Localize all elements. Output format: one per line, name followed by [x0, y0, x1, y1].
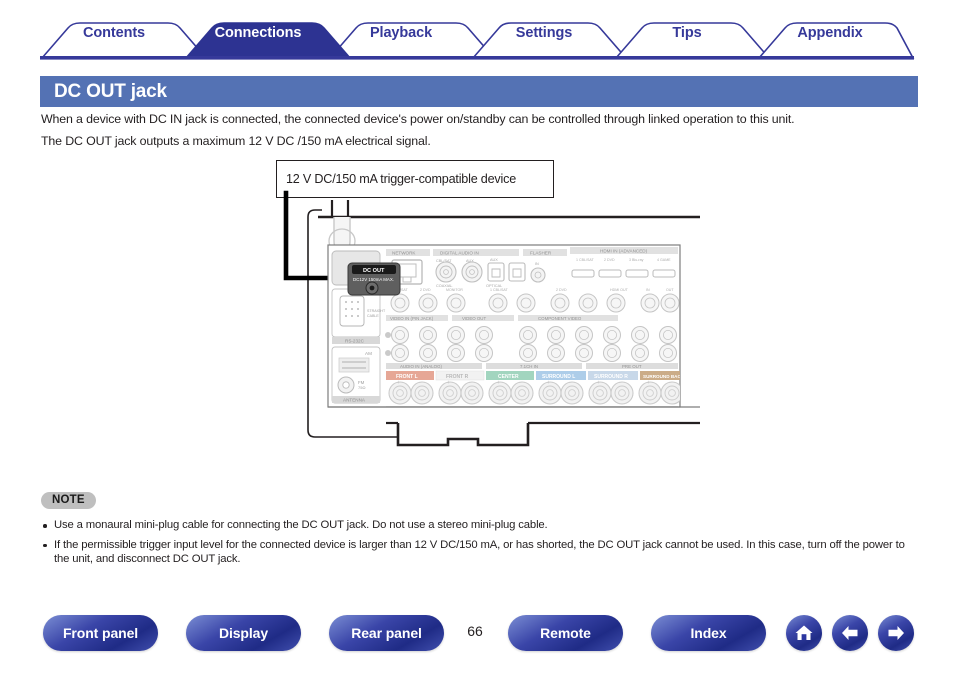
svg-text:1 CBL/SAT: 1 CBL/SAT	[576, 258, 595, 262]
note-list: Use a monaural mini-plug cable for conne…	[41, 518, 921, 567]
svg-text:CBL/SAT: CBL/SAT	[436, 259, 452, 263]
home-button[interactable]	[786, 615, 822, 651]
svg-text:75Ω: 75Ω	[358, 385, 365, 390]
svg-text:HDMI IN (ADVANCED): HDMI IN (ADVANCED)	[600, 249, 648, 254]
arrow-right-icon	[888, 626, 904, 640]
connection-diagram: 12 V DC/150 mA trigger-compatible device	[270, 155, 700, 460]
svg-text:4 GAME: 4 GAME	[657, 258, 671, 262]
svg-text:HDMI OUT: HDMI OUT	[610, 288, 629, 292]
svg-text:VIDEO OUT: VIDEO OUT	[462, 316, 486, 321]
tab-appendix[interactable]: Appendix	[797, 25, 862, 41]
svg-text:−: −	[419, 380, 422, 386]
svg-text:NETWORK: NETWORK	[392, 251, 416, 256]
rear-panel-button[interactable]: Rear panel	[329, 615, 444, 651]
page-title: DC OUT jack	[40, 76, 918, 107]
svg-text:RS-232C: RS-232C	[345, 338, 365, 343]
rear-panel-illustration: STRAIGHT CABLE RS-232C AM FM 75Ω ANTENNA…	[283, 190, 700, 447]
svg-text:−: −	[669, 380, 672, 386]
svg-text:−: −	[469, 380, 472, 386]
svg-text:COMPONENT VIDEO: COMPONENT VIDEO	[538, 316, 582, 321]
svg-text:STRAIGHT: STRAIGHT	[367, 309, 386, 313]
tab-connections[interactable]: Connections	[215, 25, 302, 41]
display-button[interactable]: Display	[186, 615, 301, 651]
back-button[interactable]	[832, 615, 868, 651]
note-item: Use a monaural mini-plug cable for conne…	[41, 518, 921, 533]
front-panel-button[interactable]: Front panel	[43, 615, 158, 651]
tab-tips[interactable]: Tips	[672, 25, 701, 41]
svg-text:2 DVD: 2 DVD	[420, 288, 431, 292]
svg-text:AUDIO IN (ANALOG): AUDIO IN (ANALOG)	[400, 364, 442, 369]
svg-text:IMP. (OHMS): IMP. (OHMS)	[640, 407, 664, 412]
svg-text:AM: AM	[365, 351, 372, 356]
svg-text:2 DVD: 2 DVD	[556, 288, 567, 292]
svg-text:DC12V 150mA MAX.: DC12V 150mA MAX.	[353, 277, 394, 282]
intro-text: When a device with DC IN jack is connect…	[41, 112, 921, 156]
svg-text:+: +	[497, 380, 500, 386]
tab-contents[interactable]: Contents	[83, 25, 145, 41]
svg-text:OUT: OUT	[666, 288, 674, 292]
footer-nav: Front panel Display Rear panel 66 Remote…	[0, 615, 954, 665]
intro-line-1: When a device with DC IN jack is connect…	[41, 112, 795, 126]
svg-text:DIGITAL AUDIO IN: DIGITAL AUDIO IN	[440, 251, 479, 256]
svg-text:SURROUND BACK: SURROUND BACK	[643, 374, 685, 379]
svg-text:SURROUND R: SURROUND R	[594, 374, 628, 380]
svg-text:FRONT L: FRONT L	[396, 374, 418, 380]
svg-text:IN: IN	[535, 262, 539, 266]
note-badge: NOTE	[41, 491, 96, 509]
svg-text:AUX: AUX	[466, 259, 474, 263]
svg-text:ANTENNA: ANTENNA	[343, 397, 366, 402]
svg-text:SURROUND L: SURROUND L	[542, 374, 575, 380]
tab-bar: Contents Connections Playback Settings T…	[0, 0, 954, 62]
arrow-left-icon	[842, 626, 858, 640]
svg-text:IN: IN	[646, 288, 650, 292]
tab-settings[interactable]: Settings	[516, 25, 573, 41]
svg-text:+: +	[547, 380, 550, 386]
svg-text:−: −	[619, 380, 622, 386]
svg-text:AUX: AUX	[490, 258, 498, 262]
svg-text:DC OUT: DC OUT	[363, 268, 385, 274]
svg-text:SPEAKERS: SPEAKERS	[516, 407, 541, 412]
home-icon	[795, 625, 813, 640]
dc-out-callout: DC OUT DC12V 150mA MAX.	[347, 262, 401, 296]
svg-text:PRE OUT: PRE OUT	[622, 364, 642, 369]
svg-text:−: −	[519, 380, 522, 386]
svg-text:FLASHER: FLASHER	[530, 251, 552, 256]
svg-text:1 CBL/SAT: 1 CBL/SAT	[490, 288, 509, 292]
svg-text:VIDEO IN (PIN JACK): VIDEO IN (PIN JACK)	[390, 316, 434, 321]
svg-text:+: +	[597, 380, 600, 386]
svg-text:+: +	[647, 380, 650, 386]
svg-text:+: +	[397, 380, 400, 386]
svg-text:CENTER: CENTER	[498, 374, 519, 380]
svg-text:−: −	[569, 380, 572, 386]
svg-text:FRONT R: FRONT R	[446, 374, 469, 380]
svg-text:7.1CH IN: 7.1CH IN	[520, 364, 538, 369]
note-item: If the permissible trigger input level f…	[41, 538, 921, 567]
tab-playback[interactable]: Playback	[370, 25, 432, 41]
svg-text:3 Blu-ray: 3 Blu-ray	[629, 258, 644, 262]
forward-button[interactable]	[878, 615, 914, 651]
svg-text:2 DVD: 2 DVD	[604, 258, 615, 262]
index-button[interactable]: Index	[651, 615, 766, 651]
intro-line-2: The DC OUT jack outputs a maximum 12 V D…	[41, 134, 431, 148]
svg-text:+: +	[447, 380, 450, 386]
svg-text:MONITOR: MONITOR	[446, 288, 463, 292]
svg-text:CABLE: CABLE	[367, 314, 379, 318]
note-section: NOTE Use a monaural mini-plug cable for …	[41, 490, 921, 572]
page-number: 66	[467, 623, 483, 639]
remote-button[interactable]: Remote	[508, 615, 623, 651]
